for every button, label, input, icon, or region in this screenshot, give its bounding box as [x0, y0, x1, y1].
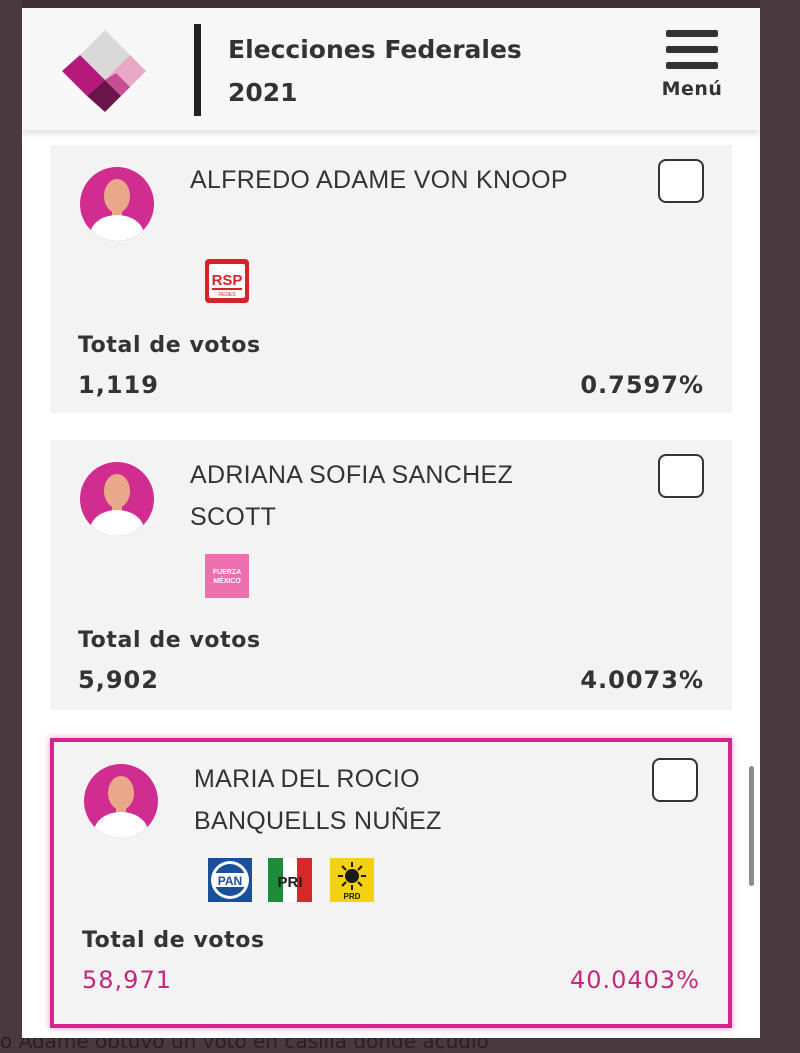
candidate-checkbox[interactable] [658, 454, 704, 498]
votes-label: Total de votos [78, 628, 261, 653]
svg-text:FUERZA: FUERZA [213, 569, 241, 576]
candidate-name-line2: BANQUELLS NUÑEZ [194, 807, 442, 835]
results-modal: ALFREDO ADAME VON KNOOP RSP REDES Total … [22, 8, 760, 1038]
vote-count: 58,971 [82, 966, 172, 994]
pri-party-logo: PRI [268, 858, 312, 902]
site-header: Elecciones Federales 2021 Menú [22, 8, 760, 130]
svg-text:PRI: PRI [277, 874, 302, 891]
votes-label: Total de votos [82, 928, 265, 953]
background-page-right [760, 0, 800, 1053]
rsp-party-logo: RSP REDES [205, 259, 249, 303]
svg-text:MÉXICO: MÉXICO [213, 576, 241, 585]
hamburger-icon-bar [666, 46, 718, 53]
vote-count: 1,119 [78, 371, 159, 399]
menu-button[interactable]: Menú [652, 26, 732, 116]
svg-text:PAN: PAN [218, 874, 242, 888]
pan-party-logo: PAN [208, 858, 252, 902]
svg-text:REDES: REDES [218, 292, 236, 298]
candidate-card: ADRIANA SOFIA SANCHEZ SCOTT FUERZA MÉXIC… [50, 440, 732, 710]
candidate-checkbox[interactable] [658, 159, 704, 203]
candidate-name: ALFREDO ADAME VON KNOOP [190, 166, 568, 194]
candidate-avatar [84, 764, 158, 838]
candidate-card-highlighted: MARIA DEL ROCIO BANQUELLS NUÑEZ PAN PRI [50, 738, 732, 1028]
svg-text:PRD: PRD [344, 892, 361, 901]
candidate-checkbox[interactable] [652, 758, 698, 802]
vote-count: 5,902 [78, 666, 159, 694]
background-page-left [0, 0, 22, 1053]
site-title-line2: 2021 [228, 78, 298, 107]
svg-text:RSP: RSP [212, 272, 243, 289]
hamburger-icon-bar [666, 62, 718, 69]
hamburger-icon [666, 30, 718, 37]
site-title-line1: Elecciones Federales [228, 35, 522, 64]
prd-party-logo: PRD [330, 858, 374, 902]
candidate-avatar [80, 462, 154, 536]
ine-logo[interactable] [60, 28, 150, 118]
site-title: Elecciones Federales 2021 [228, 28, 568, 114]
candidate-card: ALFREDO ADAME VON KNOOP RSP REDES Total … [50, 145, 732, 413]
candidate-list: ALFREDO ADAME VON KNOOP RSP REDES Total … [22, 8, 760, 1038]
vote-percentage: 0.7597% [580, 371, 704, 399]
fuerza-mexico-party-logo: FUERZA MÉXICO [205, 554, 249, 598]
candidate-name: MARIA DEL ROCIO [194, 765, 420, 793]
scrollbar-thumb[interactable] [749, 766, 754, 886]
candidate-name: ADRIANA SOFIA SANCHEZ [190, 461, 514, 489]
vote-percentage: 40.0403% [569, 966, 700, 994]
candidate-avatar [80, 167, 154, 241]
header-divider [194, 24, 201, 116]
votes-label: Total de votos [78, 333, 261, 358]
menu-label: Menú [661, 78, 723, 100]
vote-percentage: 4.0073% [580, 666, 704, 694]
candidate-name-line2: SCOTT [190, 503, 277, 531]
